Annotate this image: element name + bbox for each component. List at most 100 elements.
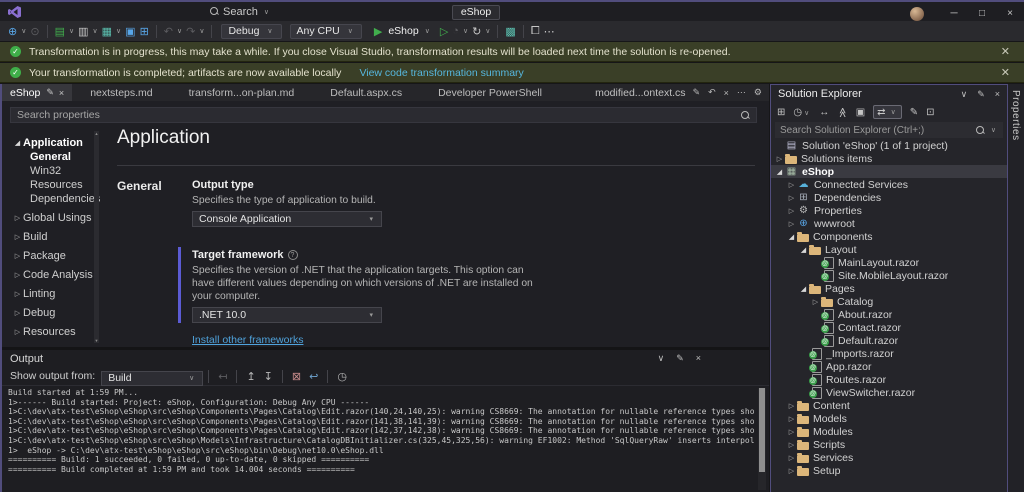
tree-item[interactable]: Connected Services: [771, 178, 1007, 191]
copy-path-icon[interactable]: ▣: [856, 107, 865, 118]
properties-nav-item[interactable]: Code Analysis: [6, 268, 93, 282]
chevron-down-icon[interactable]: ∨: [91, 27, 100, 35]
tree-item[interactable]: Scripts: [771, 438, 1007, 451]
menu-item[interactable]: [56, 10, 70, 14]
expand-arrow-icon[interactable]: [12, 328, 23, 336]
start-debug-button[interactable]: ▶ eShop ∨: [372, 25, 432, 38]
search-properties-input[interactable]: Search properties: [10, 107, 757, 123]
expand-arrow-icon[interactable]: [786, 467, 797, 475]
expand-arrow-icon[interactable]: [786, 402, 797, 410]
pending-changes-filter-icon[interactable]: ◷ ∨: [793, 107, 811, 118]
chevron-down-icon[interactable]: ∨: [197, 27, 206, 35]
output-source-dropdown[interactable]: Build ∨: [101, 370, 204, 386]
chevron-down-icon[interactable]: ∨: [483, 27, 492, 35]
tree-item[interactable]: Contact.razor: [771, 321, 1007, 334]
chevron-down-icon[interactable]: ∨: [961, 89, 968, 100]
tree-item[interactable]: Setup: [771, 464, 1007, 477]
menu-item[interactable]: [70, 10, 84, 14]
tree-item[interactable]: Layout: [771, 243, 1007, 256]
properties-nav-item[interactable]: Dependencies: [6, 192, 100, 206]
tree-item[interactable]: Services: [771, 451, 1007, 464]
refresh-icon[interactable]: ↻: [470, 25, 483, 38]
expand-arrow-icon[interactable]: [786, 181, 797, 189]
tree-item[interactable]: Models: [771, 412, 1007, 425]
document-tab[interactable]: nextsteps.md ✎ ×: [72, 84, 170, 101]
user-avatar[interactable]: [910, 6, 924, 21]
pin-tab-icon[interactable]: ✎: [692, 87, 702, 98]
expand-arrow-icon[interactable]: [786, 428, 797, 436]
expand-arrow-icon[interactable]: [786, 233, 797, 241]
switch-views-icon[interactable]: ⊞: [777, 107, 785, 118]
expand-arrow-icon[interactable]: [786, 441, 797, 449]
view-transformation-summary-link[interactable]: View code transformation summary: [359, 67, 523, 79]
expand-arrow-icon[interactable]: [12, 271, 23, 279]
document-tab[interactable]: Default.aspx.cs ✎ ×: [312, 84, 420, 101]
tree-item[interactable]: App.razor: [771, 360, 1007, 373]
expand-arrow-icon[interactable]: [786, 194, 797, 202]
more-tabs-icon[interactable]: ⋯: [736, 87, 747, 98]
tree-item[interactable]: Pages: [771, 282, 1007, 295]
tree-item[interactable]: Catalog: [771, 295, 1007, 308]
redo-icon[interactable]: ↷: [184, 25, 197, 38]
tree-item[interactable]: wwwroot: [771, 217, 1007, 230]
expand-arrow-icon[interactable]: [12, 290, 23, 298]
open-from-source-icon[interactable]: ▦: [100, 25, 114, 38]
expand-arrow-icon[interactable]: [12, 139, 23, 147]
save-all-icon[interactable]: ⊞: [138, 25, 151, 38]
menu-item[interactable]: [84, 10, 98, 14]
close-tab-icon[interactable]: ×: [59, 88, 64, 98]
tree-item[interactable]: Solutions items: [771, 152, 1007, 165]
goto-previous-message-icon[interactable]: ↥: [242, 370, 259, 383]
chevron-down-icon[interactable]: ∨: [67, 27, 76, 35]
expand-arrow-icon[interactable]: [798, 285, 809, 293]
pin-panel-icon[interactable]: ✎: [676, 353, 684, 364]
more-options-icon[interactable]: ⋯: [542, 25, 557, 38]
sync-selection-icon[interactable]: ⇄ ∨: [873, 105, 902, 119]
properties-nav-item[interactable]: Debug: [6, 306, 92, 320]
tree-item[interactable]: ViewSwitcher.razor: [771, 386, 1007, 399]
properties-nav-item[interactable]: Resources: [6, 178, 92, 192]
document-tab[interactable]: transform...on-plan.md ✎ ×: [171, 84, 313, 101]
tree-item[interactable]: Routes.razor: [771, 373, 1007, 386]
expand-arrow-icon[interactable]: [12, 214, 23, 222]
preview-selected-items-icon[interactable]: ⊡: [926, 107, 934, 118]
document-tab[interactable]: eShop ✎ ×: [2, 84, 73, 101]
tree-item[interactable]: Solution 'eShop' (1 of 1 project): [771, 139, 1007, 152]
pin-panel-icon[interactable]: ✎: [977, 89, 985, 100]
properties-nav-item[interactable]: Global Usings: [6, 211, 92, 225]
properties-nav-item[interactable]: Application: [6, 136, 92, 150]
tree-item[interactable]: Dependencies: [771, 191, 1007, 204]
close-panel-icon[interactable]: ×: [696, 353, 701, 364]
menu-item[interactable]: [154, 10, 168, 14]
document-tab[interactable]: Developer PowerShell ✎ ×: [420, 84, 560, 101]
tree-item[interactable]: Site.MobileLayout.razor: [771, 269, 1007, 282]
keep-open-icon[interactable]: ↶: [707, 87, 717, 98]
properties-side-tab[interactable]: Properties: [1010, 90, 1021, 141]
start-without-debugging-icon[interactable]: ▷: [438, 25, 450, 38]
solution-explorer-search-input[interactable]: Search Solution Explorer (Ctrl+;) ∨: [775, 122, 1003, 138]
expand-arrow-icon[interactable]: [774, 168, 785, 176]
expand-arrow-icon[interactable]: [12, 233, 23, 241]
help-icon[interactable]: [287, 250, 298, 260]
edit-filter-icon[interactable]: ✎: [910, 107, 918, 118]
chevron-down-icon[interactable]: ∨: [114, 27, 123, 35]
tree-item[interactable]: Modules: [771, 425, 1007, 438]
tree-item[interactable]: Properties: [771, 204, 1007, 217]
expand-arrow-icon[interactable]: [810, 298, 821, 306]
find-in-files-icon[interactable]: ▩: [503, 25, 517, 38]
properties-nav-item[interactable]: Package: [6, 249, 92, 263]
output-scrollbar[interactable]: [758, 388, 766, 490]
settings-icon[interactable]: ⚙: [753, 87, 763, 98]
expand-arrow-icon[interactable]: [774, 155, 785, 163]
tree-item[interactable]: MainLayout.razor: [771, 256, 1007, 269]
sync-with-active-document-icon[interactable]: ↔: [819, 107, 829, 118]
goto-next-message-icon[interactable]: ↧: [260, 370, 277, 383]
menu-item[interactable]: [112, 10, 126, 14]
new-file-icon[interactable]: ▤: [53, 25, 67, 38]
tree-item[interactable]: eShop: [771, 165, 1007, 178]
close-icon[interactable]: ✕: [997, 45, 1014, 58]
title-search-box[interactable]: Search ∨: [210, 6, 271, 18]
close-icon[interactable]: ✕: [997, 66, 1014, 79]
menu-item[interactable]: [98, 10, 112, 14]
performance-profiler-icon[interactable]: ◔: [450, 25, 461, 37]
